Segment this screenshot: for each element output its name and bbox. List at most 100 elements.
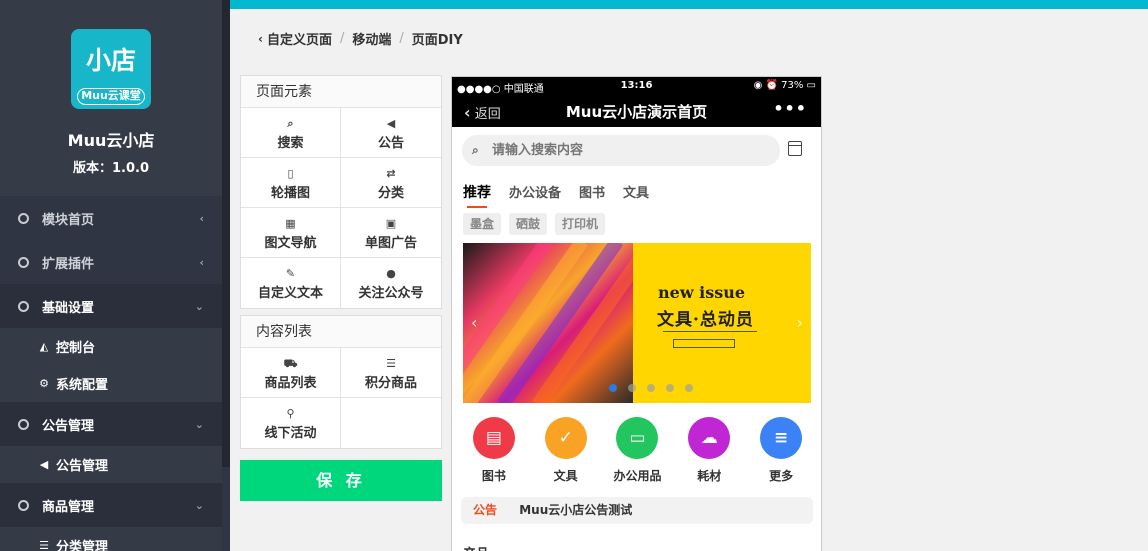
element-label: 积分商品 [364,376,417,391]
element-follow-account[interactable]: ● 关注公众号 [341,258,441,308]
list-icon: ☰ [39,539,49,551]
element-points-goods[interactable]: ☰ 积分商品 [341,348,441,398]
icon-nav-office-supplies[interactable]: ▭ 办公用品 [607,417,667,484]
chevron-down-icon: ⌄ [194,299,204,313]
menu-group-label: 商品管理 [42,499,95,515]
chevron-right-icon[interactable]: › [797,313,803,332]
menu-group-extensions[interactable]: 扩展插件 ‹ [0,240,222,284]
element-offline-event[interactable]: ⚲ 线下活动 [241,398,341,448]
menu-item-system-config[interactable]: ⚙ 系统配置 [0,365,222,402]
tab-books[interactable]: 图书 [579,182,605,202]
menu-group-goods-mgmt[interactable]: 商品管理 ⌄ [0,483,222,527]
phone-preview: ●●●●○ 中国联通 13:16 ◉ ⏰ 73% ▭ ‹ 返回 Muu云小店演示… [451,76,822,551]
sidebar-menu: 模块首页 ‹ 扩展插件 ‹ 基础设置 ⌄ ◭ 控制台 ⚙ 系统配置 公告管理 ⌄… [0,196,222,551]
logo-text: 小店 [85,46,136,75]
sidebar: 小店 Muu云课堂 Muu云小店 版本：1.0.0 模块首页 ‹ 扩展插件 ‹ … [0,0,230,551]
server-icon: ≡ [760,417,803,459]
element-carousel[interactable]: ▯ 轮播图 [241,158,341,208]
shield-check-icon: ✓ [544,417,587,459]
element-category[interactable]: ⇄ 分类 [341,158,441,208]
menu-group-notice-mgmt[interactable]: 公告管理 ⌄ [0,402,222,446]
breadcrumb: ‹ 自定义页面 / 移动端 / 页面DIY [258,29,463,48]
save-button[interactable]: 保 存 [240,460,442,501]
element-nav[interactable]: ▦ 图文导航 [241,208,341,258]
element-label: 分类 [377,186,404,201]
menu-group-basic-settings[interactable]: 基础设置 ⌄ [0,284,222,328]
icon-nav-stationery[interactable]: ✓ 文具 [536,417,596,484]
carousel-indicators [609,384,704,392]
chip-ink-cartridge[interactable]: 墨盒 [463,213,502,235]
element-label: 图文导航 [264,236,317,251]
chip-printer[interactable]: 打印机 [555,213,606,235]
icon-nav-books[interactable]: ▤ 图书 [464,417,524,484]
breadcrumb-item[interactable]: 移动端 [352,29,391,48]
page-title: Muu云小店演示首页 [565,103,708,121]
empty-cell [341,398,441,448]
search-icon: ⌕ [472,143,479,157]
menu-group-module-home[interactable]: 模块首页 ‹ [0,196,222,240]
monitor-icon: ▭ [616,417,659,459]
logo-subtext: Muu云课堂 [77,88,145,105]
chevron-left-icon[interactable]: ‹ [258,32,263,46]
icon-nav-label: 文具 [553,469,578,483]
element-custom-text[interactable]: ✎ 自定义文本 [241,258,341,308]
menu-item-notice-mgmt[interactable]: ◀ 公告管理 [0,446,222,483]
element-grid: ⌕ 搜索 ◀ 公告 ▯ 轮播图 ⇄ 分类 ▦ 图文导航 ▣ 单图广告 ✎ 自定义文本 ● 关注公… [241,108,441,308]
status-bar: ●●●●○ 中国联通 13:16 ◉ ⏰ 73% ▭ [452,77,821,95]
megaphone-icon: ◀ [39,458,49,471]
carousel-dot[interactable] [628,384,636,392]
carousel-dot[interactable] [685,384,693,392]
exchange-icon: ⇄ [386,167,396,180]
chevron-down-icon: ⌄ [194,417,204,431]
category-tabs: 推荐 办公设备 图书 文具 [463,182,667,208]
app-version: 版本：1.0.0 [72,161,149,176]
menu-group-label: 模块首页 [42,212,95,228]
notice-bar[interactable]: 公告 Muu云小店公告测试 [461,497,813,524]
tab-stationery[interactable]: 文具 [623,182,649,202]
chip-toner[interactable]: 硒鼓 [509,213,548,235]
circle-icon [18,256,29,268]
carousel-dot[interactable] [647,384,655,392]
search-input[interactable]: ⌕ 请输入搜索内容 [462,135,780,166]
cart-icon: ⛟ [283,357,298,370]
icon-nav-label: 图书 [481,469,506,483]
circle-icon [18,212,29,224]
banner-carousel[interactable]: new issue 文具·总动员 ‹ › [463,243,811,403]
element-notice[interactable]: ◀ 公告 [341,108,441,158]
icon-nav-consumables[interactable]: ☁ 耗材 [679,417,739,484]
carousel-dot[interactable] [609,384,617,392]
element-search[interactable]: ⌕ 搜索 [241,108,341,158]
chevron-left-icon[interactable]: ‹ [471,313,477,332]
element-goods-list[interactable]: ⛟ 商品列表 [241,348,341,398]
menu-item-dashboard[interactable]: ◭ 控制台 [0,328,222,365]
nav-bar: ‹ 返回 Muu云小店演示首页 ••• [452,95,821,127]
breadcrumb-item[interactable]: 自定义页面 [267,29,332,48]
more-dots-icon[interactable]: ••• [773,99,807,118]
element-label: 轮播图 [270,186,310,201]
circle-icon [18,300,29,312]
tab-office-equipment[interactable]: 办公设备 [509,182,561,202]
book-icon: ▤ [472,417,515,459]
menu-item-category-mgmt[interactable]: ☰ 分类管理 [0,527,222,551]
element-single-ad[interactable]: ▣ 单图广告 [341,208,441,258]
calendar-icon[interactable] [788,141,802,156]
element-label: 关注公众号 [358,286,424,301]
tab-recommend[interactable]: 推荐 [463,182,491,208]
content-list-panel: 内容列表 ⛟ 商品列表 ☰ 积分商品 ⚲ 线下活动 [240,315,442,449]
gears-icon: ⚙ [39,377,49,390]
megaphone-icon: ◀ [386,117,396,130]
chevron-left-icon: ‹ [199,255,204,269]
carousel-dot[interactable] [666,384,674,392]
lock-icon: ◉ ⏰ [753,80,782,91]
picture-icon: ▣ [385,217,397,230]
icon-nav: ▤ 图书 ✓ 文具 ▭ 办公用品 ☁ 耗材 ≡ 更多 [452,417,821,484]
battery-icon: ▭ [806,80,816,91]
banner-yellow-panel: new issue 文具·总动员 [633,243,811,403]
sidebar-scrollbar[interactable] [222,0,230,467]
banner-pencils-image [463,243,659,403]
icon-nav-more[interactable]: ≡ 更多 [751,417,811,484]
file-image-icon: ▯ [287,167,294,180]
section-title: 产品 [463,543,489,551]
cloud-icon: ☁ [688,417,731,459]
banner-frame [673,339,735,348]
